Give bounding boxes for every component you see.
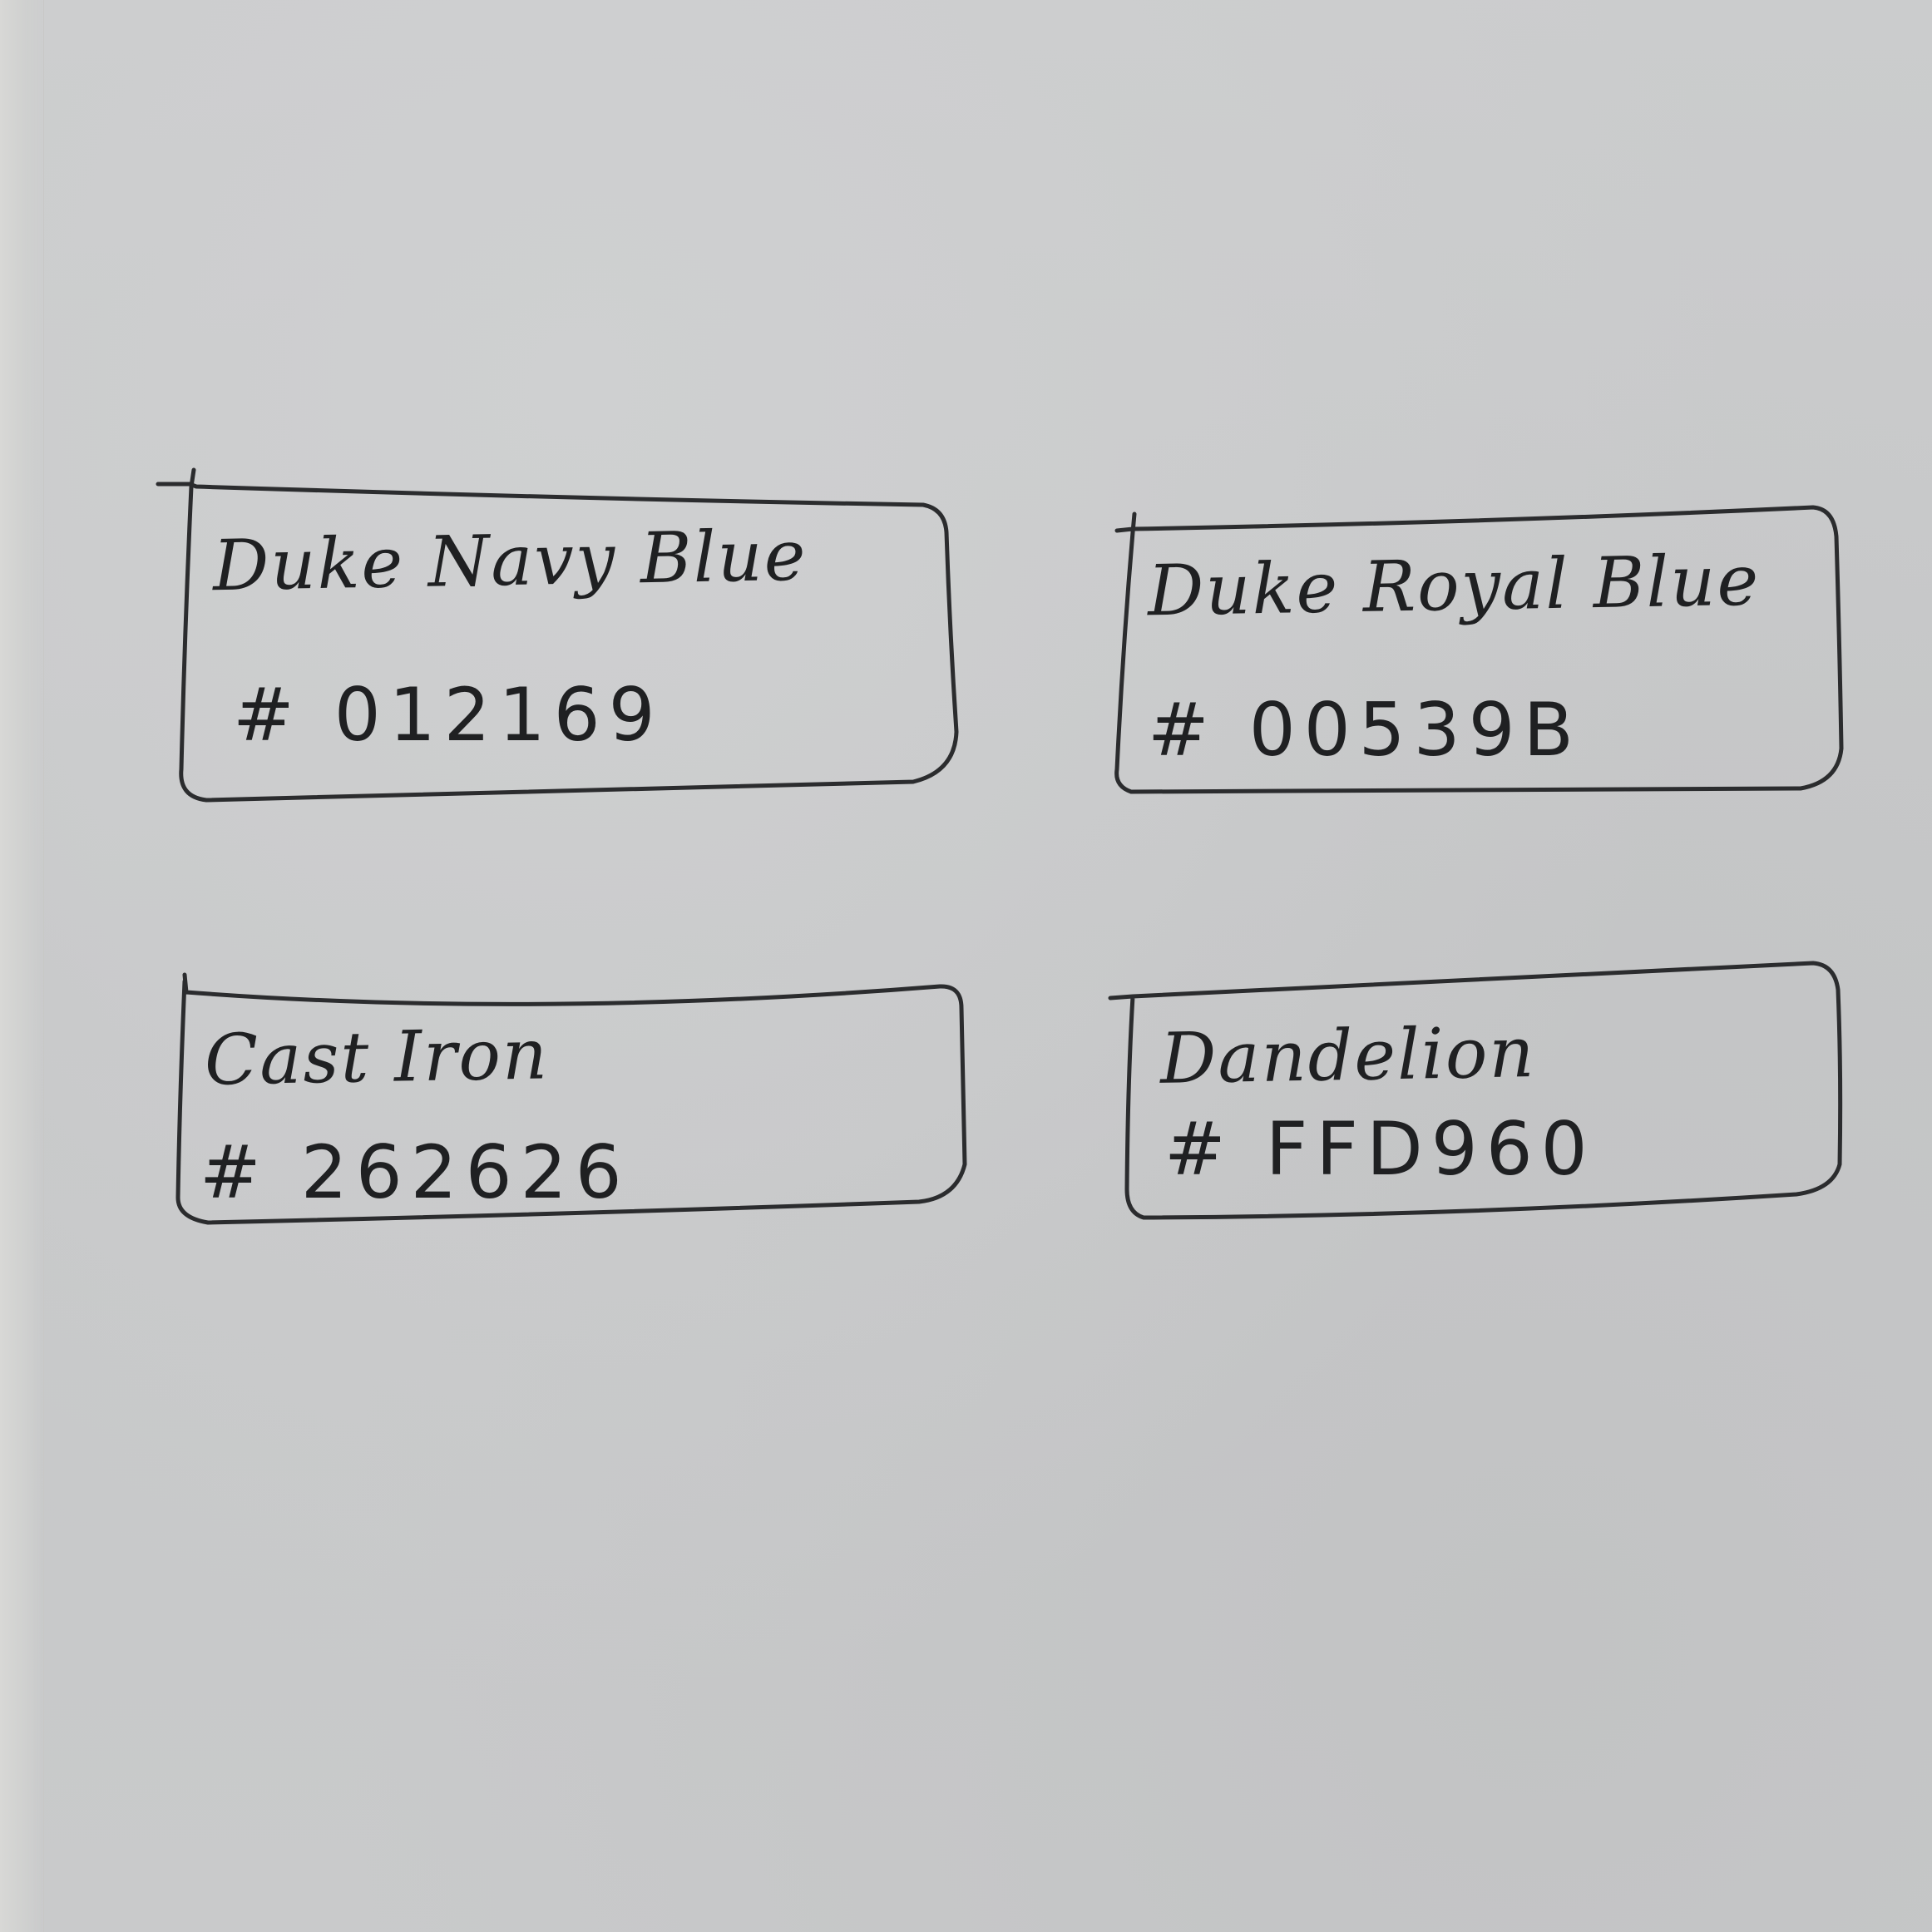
color-hex-code: # 00539B [1148,687,1583,773]
sketch-outlines [156,467,1844,1225]
color-hex-code: # 012169 [233,672,664,758]
color-name: Duke Navy Blue [212,514,808,607]
color-name: Duke Royal Blue [1147,539,1761,632]
color-name: Dandelion [1159,1011,1537,1099]
color-hex-code: # 262626 [200,1129,630,1215]
color-hex-code: # FFD960 [1164,1106,1596,1192]
color-name: Cast Iron [204,1013,550,1101]
